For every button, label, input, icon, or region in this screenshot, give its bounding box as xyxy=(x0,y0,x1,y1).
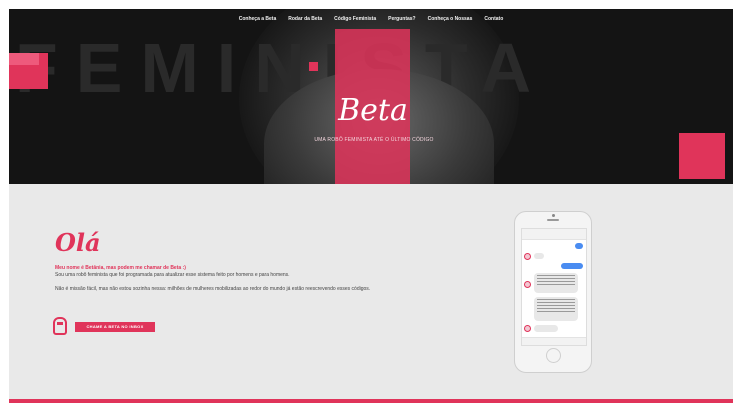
nav-item-contato[interactable]: Contato xyxy=(484,16,503,22)
chat-bubble-received xyxy=(534,253,544,259)
nav-item-conheca-beta[interactable]: Conheça a Beta xyxy=(239,16,277,22)
beta-logo: Beta xyxy=(338,93,408,128)
decor-square-left-highlight xyxy=(9,53,39,65)
nav-item-codigo-feminista[interactable]: Código Feminista xyxy=(334,16,376,22)
chat-bubble-sent xyxy=(575,243,583,249)
intro-text: Sou uma robô feminista que foi programad… xyxy=(55,272,290,278)
chat-with-beta-button[interactable]: CHAME A BETA NO INBOX xyxy=(75,322,155,332)
page-frame: FEMINISTA Conheça a Beta Rodar da Beta C… xyxy=(9,9,733,403)
messenger-avatar-icon xyxy=(524,253,531,260)
nav-item-conheca-nossas[interactable]: Conheça o Nossas xyxy=(428,16,473,22)
greeting-heading: Olá xyxy=(55,228,101,257)
nav-item-perguntas[interactable]: Perguntas? xyxy=(388,16,416,22)
intro-highlight: Meu nome é Betânia, mas podem me chamar … xyxy=(55,265,186,271)
phone-speaker xyxy=(547,219,559,221)
nav-item-rodar-beta[interactable]: Rodar da Beta xyxy=(288,16,322,22)
chat-bubble-received xyxy=(534,325,558,332)
messenger-avatar-icon xyxy=(524,281,531,288)
body-text: Não é missão fácil, mas não estou sozinh… xyxy=(55,286,371,292)
beta-head-icon xyxy=(53,317,67,335)
hero-banner: FEMINISTA Conheça a Beta Rodar da Beta C… xyxy=(9,9,733,184)
messenger-screen xyxy=(521,228,587,346)
phone-home-button xyxy=(546,348,561,363)
messenger-header xyxy=(522,229,586,240)
phone-camera xyxy=(552,214,555,217)
messenger-input-bar xyxy=(522,337,586,345)
decor-square-right xyxy=(679,133,725,179)
footer-accent-line xyxy=(9,399,733,403)
chat-bubble-received xyxy=(534,297,578,321)
chat-bubble-received xyxy=(534,273,578,293)
hero-big-word: FEMINISTA xyxy=(15,29,550,107)
messenger-avatar-icon xyxy=(524,325,531,332)
hero-tagline: UMA ROBÔ FEMINISTA ATÉ O ÚLTIMO CÓDIGO xyxy=(314,137,434,143)
phone-mockup xyxy=(514,211,592,373)
top-nav: Conheça a Beta Rodar da Beta Código Femi… xyxy=(9,9,733,29)
decor-square-small xyxy=(309,62,318,71)
chat-bubble-sent xyxy=(561,263,583,269)
intro-section: Olá Meu nome é Betânia, mas podem me cha… xyxy=(9,184,733,403)
